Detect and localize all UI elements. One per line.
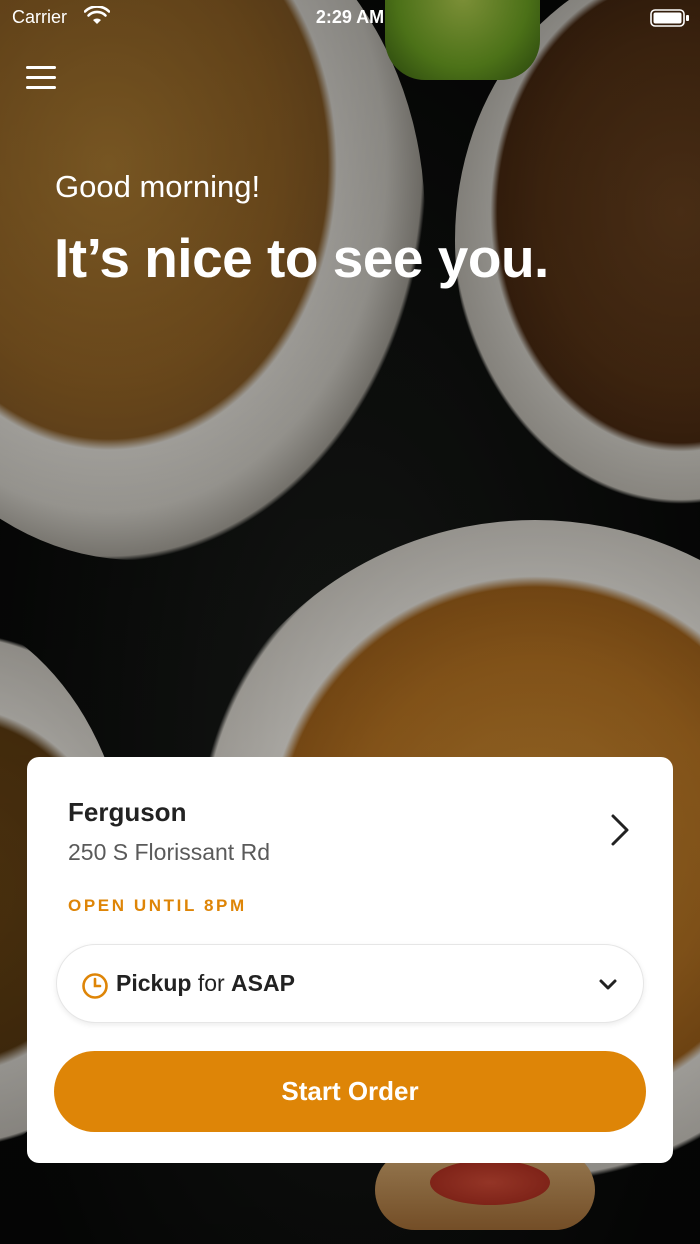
location-name[interactable]: Ferguson — [68, 797, 186, 828]
start-order-button[interactable]: Start Order — [54, 1051, 646, 1132]
status-time: 2:29 AM — [315, 7, 385, 27]
chevron-down-icon — [599, 979, 617, 990]
menu-bar-bottom — [26, 86, 56, 89]
order-connector: for — [197, 970, 225, 996]
order-type-select[interactable]: Pickup for ASAP — [56, 944, 644, 1023]
menu-bar-middle — [26, 76, 56, 79]
location-card: Ferguson 250 S Florissant Rd OPEN UNTIL … — [27, 757, 673, 1163]
open-status-badge: OPEN UNTIL 8PM — [68, 896, 247, 915]
menu-bar-top — [26, 66, 56, 69]
menu-icon[interactable] — [26, 66, 56, 92]
chevron-right-icon[interactable] — [609, 813, 631, 847]
headline-text: It’s nice to see you. — [54, 227, 549, 289]
order-type-label: Pickup for ASAP — [116, 970, 295, 997]
order-time: ASAP — [231, 970, 295, 996]
battery-icon — [650, 9, 689, 27]
location-address[interactable]: 250 S Florissant Rd — [68, 839, 270, 866]
order-mode: Pickup — [116, 970, 192, 996]
status-bar: Carrier 2:29 AM — [0, 0, 700, 36]
clock-icon — [82, 973, 108, 999]
greeting-text: Good morning! — [55, 169, 261, 204]
